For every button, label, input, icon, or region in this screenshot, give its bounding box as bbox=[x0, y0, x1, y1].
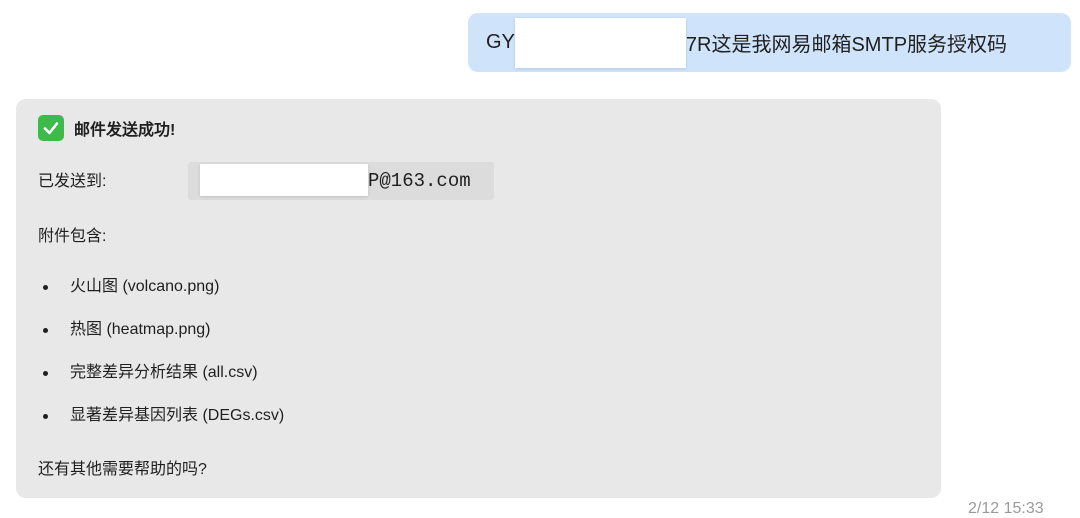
closing-question: 还有其他需要帮助的吗? bbox=[38, 461, 207, 478]
user-message-prefix: GY bbox=[486, 31, 515, 53]
attachments-label: 附件包含: bbox=[38, 228, 107, 245]
user-message-suffix: 7R这是我网易邮箱SMTP服务授权码 bbox=[685, 34, 1008, 56]
success-heading: 邮件发送成功! bbox=[38, 115, 175, 141]
list-item: 热图 (heatmap.png) bbox=[38, 311, 284, 354]
success-text: 邮件发送成功! bbox=[74, 122, 176, 139]
redaction-block bbox=[514, 17, 686, 68]
email-redaction-block bbox=[200, 164, 368, 196]
attachments-list: 火山图 (volcano.png) 热图 (heatmap.png) 完整差异分… bbox=[38, 268, 284, 440]
check-mark-icon bbox=[38, 115, 64, 141]
sent-to-line: 已发送到: P@163.com bbox=[38, 162, 494, 200]
sent-to-label: 已发送到: bbox=[38, 173, 107, 190]
list-item: 火山图 (volcano.png) bbox=[38, 268, 284, 311]
recipient-email: P@163.com bbox=[188, 162, 494, 200]
email-suffix: P@163.com bbox=[368, 170, 471, 192]
message-timestamp: 2/12 15:33 bbox=[968, 500, 1044, 517]
user-message-bubble: GY 7R这是我网易邮箱SMTP服务授权码 bbox=[468, 13, 1071, 72]
list-item: 显著差异基因列表 (DEGs.csv) bbox=[38, 397, 284, 440]
list-item: 完整差异分析结果 (all.csv) bbox=[38, 354, 284, 397]
